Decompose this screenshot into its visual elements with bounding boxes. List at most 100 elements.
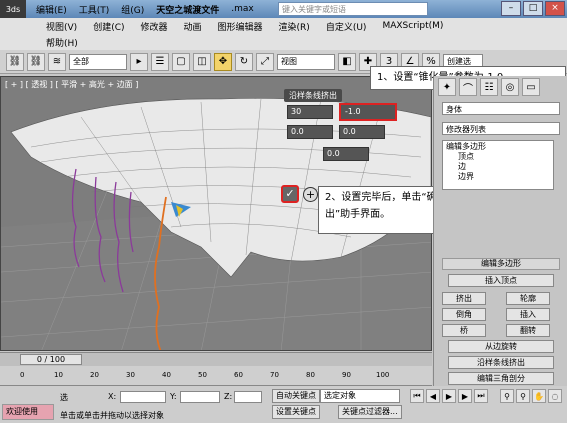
- selected-objects-dropdown[interactable]: 选定对象: [320, 389, 400, 403]
- motion-tab-icon[interactable]: ◎: [501, 78, 519, 96]
- set-key-button[interactable]: 设置关键点: [272, 405, 320, 419]
- menu-create[interactable]: 创建(C): [85, 20, 132, 33]
- x-label: X:: [108, 392, 117, 401]
- window-controls: – □ ×: [501, 1, 565, 16]
- goto-start-icon[interactable]: ⏮: [410, 389, 424, 403]
- insert-vertex-button[interactable]: 插入顶点: [448, 274, 554, 287]
- scale-icon[interactable]: ⤢: [256, 52, 274, 71]
- menu-help[interactable]: 帮助(H): [38, 36, 86, 49]
- command-panel-tabs: ✦ ⌒ ☷ ◎ ▭: [438, 78, 540, 96]
- y-label: Y:: [170, 392, 177, 401]
- viewport-label[interactable]: [ + ] [ 透视 ] [ 平滑 + 高光 + 边面 ]: [5, 79, 138, 90]
- hinge-from-edge-button[interactable]: 从边旋转: [448, 340, 554, 353]
- menu-maxscript[interactable]: MAXScript(M): [374, 21, 451, 31]
- time-slider-thumb[interactable]: 0 / 100: [20, 354, 82, 365]
- edit-poly-rollout-title[interactable]: 编辑多边形: [442, 258, 560, 270]
- rotation-field[interactable]: 0.0: [323, 147, 369, 161]
- bind-icon[interactable]: ≋: [48, 52, 66, 71]
- title-bar: 3ds 编辑(E) 工具(T) 组(G) 天空之城渡文件 .max 键入关键字或…: [0, 0, 567, 18]
- menu-graph-editors[interactable]: 图形编辑器: [210, 20, 271, 33]
- menu-customize[interactable]: 自定义(U): [318, 20, 375, 33]
- flip-button[interactable]: 翻转: [506, 324, 550, 337]
- selection-filter-dropdown[interactable]: 全部: [69, 53, 127, 70]
- time-slider[interactable]: 0 / 100: [0, 352, 432, 366]
- stack-item-edge[interactable]: 边: [446, 162, 550, 172]
- maximize-button[interactable]: □: [523, 1, 543, 16]
- bevel-button[interactable]: 倒角: [442, 308, 486, 321]
- menu-bar: 视图(V) 创建(C) 修改器 动画 图形编辑器 渲染(R) 自定义(U) MA…: [0, 18, 567, 50]
- ok-check-icon[interactable]: ✓: [281, 185, 299, 203]
- menu-animation[interactable]: 动画: [176, 20, 210, 33]
- stack-item-vertex[interactable]: 顶点: [446, 152, 550, 162]
- taper-curve-field[interactable]: 0.0: [287, 125, 333, 139]
- key-filters-button[interactable]: 关键点过滤器...: [338, 405, 402, 419]
- menu-group[interactable]: 组(G): [115, 3, 150, 16]
- track-bar[interactable]: 0 10 20 30 40 50 60 70 80 90 100: [0, 366, 432, 386]
- inset-button[interactable]: 插入: [506, 308, 550, 321]
- edit-triangulation-button[interactable]: 编辑三角剖分: [448, 372, 554, 385]
- zoom-all-icon[interactable]: ⚲: [516, 389, 530, 403]
- pivot-icon[interactable]: ◧: [338, 52, 356, 71]
- orbit-icon[interactable]: ◌: [548, 389, 562, 403]
- close-button[interactable]: ×: [545, 1, 565, 16]
- status-bar: 选 X: Y: Z: 自动关键点 选定对象 设置关键点 关键点过滤器... 单击…: [0, 386, 567, 423]
- menu-modifiers[interactable]: 修改器: [133, 20, 176, 33]
- z-coord-field[interactable]: [234, 391, 262, 403]
- select-by-name-icon[interactable]: ☰: [151, 52, 169, 71]
- file-ext: .max: [231, 4, 254, 14]
- app-logo-icon[interactable]: 3ds: [0, 0, 26, 18]
- prompt-line: 单击或单击并拖动以选择对象: [60, 411, 164, 420]
- minimize-button[interactable]: –: [501, 1, 521, 16]
- play-icon[interactable]: ▶: [442, 389, 456, 403]
- reference-coord-dropdown[interactable]: 视图: [277, 53, 335, 70]
- window-title: 天空之城渡文件: [156, 5, 220, 16]
- rotate-icon[interactable]: ↻: [235, 52, 253, 71]
- y-coord-field[interactable]: [180, 391, 220, 403]
- prev-frame-icon[interactable]: ◀: [426, 389, 440, 403]
- stack-item-edit-poly[interactable]: 编辑多边形: [446, 142, 550, 152]
- hierarchy-tab-icon[interactable]: ☷: [480, 78, 498, 96]
- twist-value: 0.0: [343, 127, 356, 136]
- modifier-list-dropdown[interactable]: 修改器列表: [442, 122, 560, 135]
- object-name-field[interactable]: 身体: [442, 102, 560, 115]
- next-frame-icon[interactable]: ▶: [458, 389, 472, 403]
- twist-field[interactable]: 0.0: [339, 125, 385, 139]
- modify-tab-icon[interactable]: ⌒: [459, 78, 477, 96]
- menu-rendering[interactable]: 渲染(R): [271, 20, 318, 33]
- menu-tools[interactable]: 工具(T): [73, 3, 116, 16]
- x-coord-field[interactable]: [120, 391, 166, 403]
- pan-icon[interactable]: ✋: [532, 389, 546, 403]
- goto-end-icon[interactable]: ⏭: [474, 389, 488, 403]
- search-input[interactable]: 键入关键字或短语: [278, 2, 428, 16]
- link-icon[interactable]: ⛓: [6, 52, 24, 71]
- menu-edit[interactable]: 编辑(E): [30, 3, 73, 16]
- rect-select-icon[interactable]: ▢: [172, 52, 190, 71]
- menu-view[interactable]: 视图(V): [38, 20, 85, 33]
- window-crossing-icon[interactable]: ◫: [193, 52, 211, 71]
- segments-field[interactable]: 30: [287, 105, 333, 119]
- bridge-button[interactable]: 桥: [442, 324, 486, 337]
- tick-label: 40: [162, 371, 171, 379]
- display-tab-icon[interactable]: ▭: [522, 78, 540, 96]
- tick-label: 70: [270, 371, 279, 379]
- taper-amount-field[interactable]: -1.0: [339, 103, 397, 121]
- create-tab-icon[interactable]: ✦: [438, 78, 456, 96]
- auto-key-button[interactable]: 自动关键点: [272, 389, 320, 403]
- apply-plus-icon[interactable]: +: [303, 187, 318, 202]
- title-menu: 编辑(E) 工具(T) 组(G) 天空之城渡文件 .max: [26, 0, 260, 18]
- tick-label: 100: [376, 371, 390, 379]
- unlink-icon[interactable]: ⛓: [27, 52, 45, 71]
- tick-label: 0: [20, 371, 25, 379]
- move-icon[interactable]: ✥: [214, 52, 232, 71]
- tick-label: 80: [306, 371, 315, 379]
- zoom-icon[interactable]: ⚲: [500, 389, 514, 403]
- tick-label: 10: [54, 371, 63, 379]
- tick-label: 30: [126, 371, 135, 379]
- extrude-along-spline-button[interactable]: 沿样条线挤出: [448, 356, 554, 369]
- outline-button[interactable]: 轮廓: [506, 292, 550, 305]
- select-icon[interactable]: ▸: [130, 52, 148, 71]
- stack-item-border[interactable]: 边界: [446, 172, 550, 182]
- extrude-button[interactable]: 挤出: [442, 292, 486, 305]
- tick-label: 90: [342, 371, 351, 379]
- modifier-stack[interactable]: 编辑多边形 顶点 边 边界: [442, 140, 554, 190]
